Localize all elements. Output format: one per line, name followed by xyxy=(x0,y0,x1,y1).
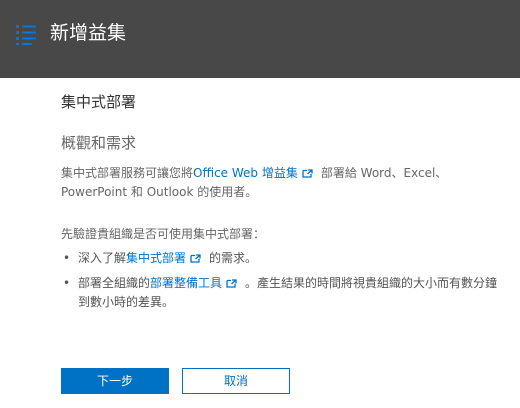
list-item: • 深入了解集中式部署 的需求。 xyxy=(61,249,506,268)
overview-heading: 概觀和需求 xyxy=(61,134,137,152)
panel-title: 新增益集 xyxy=(50,22,127,44)
bullet-icon: • xyxy=(63,251,71,265)
readiness-tool-link[interactable]: 部署整備工具 xyxy=(150,276,222,290)
section-title: 集中式部署 xyxy=(61,93,137,111)
list-icon xyxy=(16,25,36,45)
external-link-icon xyxy=(226,279,237,288)
centralized-deployment-link[interactable]: 集中式部署 xyxy=(126,251,186,265)
external-link-icon xyxy=(190,254,201,263)
bullet-suffix: 的需求。 xyxy=(209,251,258,265)
list-item: • 部署全組織的部署整備工具 。產生結果的時間將視貴組織的大小而有數分鐘到數小時的… xyxy=(61,274,506,312)
intro-paragraph: 集中式部署服務可讓您將Office Web 增益集 部署給 Word、Excel、… xyxy=(61,164,506,202)
intro-prefix: 集中式部署服務可讓您將 xyxy=(61,166,194,180)
cancel-button[interactable]: 取消 xyxy=(182,368,290,394)
next-button[interactable]: 下一步 xyxy=(61,368,169,394)
bullet-prefix: 深入了解 xyxy=(78,251,127,265)
verify-text: 先驗證貴組織是否可使用集中式部署： xyxy=(61,227,266,241)
bullet-prefix: 部署全組織的 xyxy=(78,276,151,290)
header-bar: 新增益集 xyxy=(0,0,520,78)
bullet-icon: • xyxy=(63,276,71,290)
office-web-addins-link[interactable]: Office Web 增益集 xyxy=(193,166,298,180)
external-link-icon xyxy=(302,169,313,178)
requirements-list: • 深入了解集中式部署 的需求。 • 部署全組織的部署整備工具 。產生結果的時間將視… xyxy=(61,249,506,318)
